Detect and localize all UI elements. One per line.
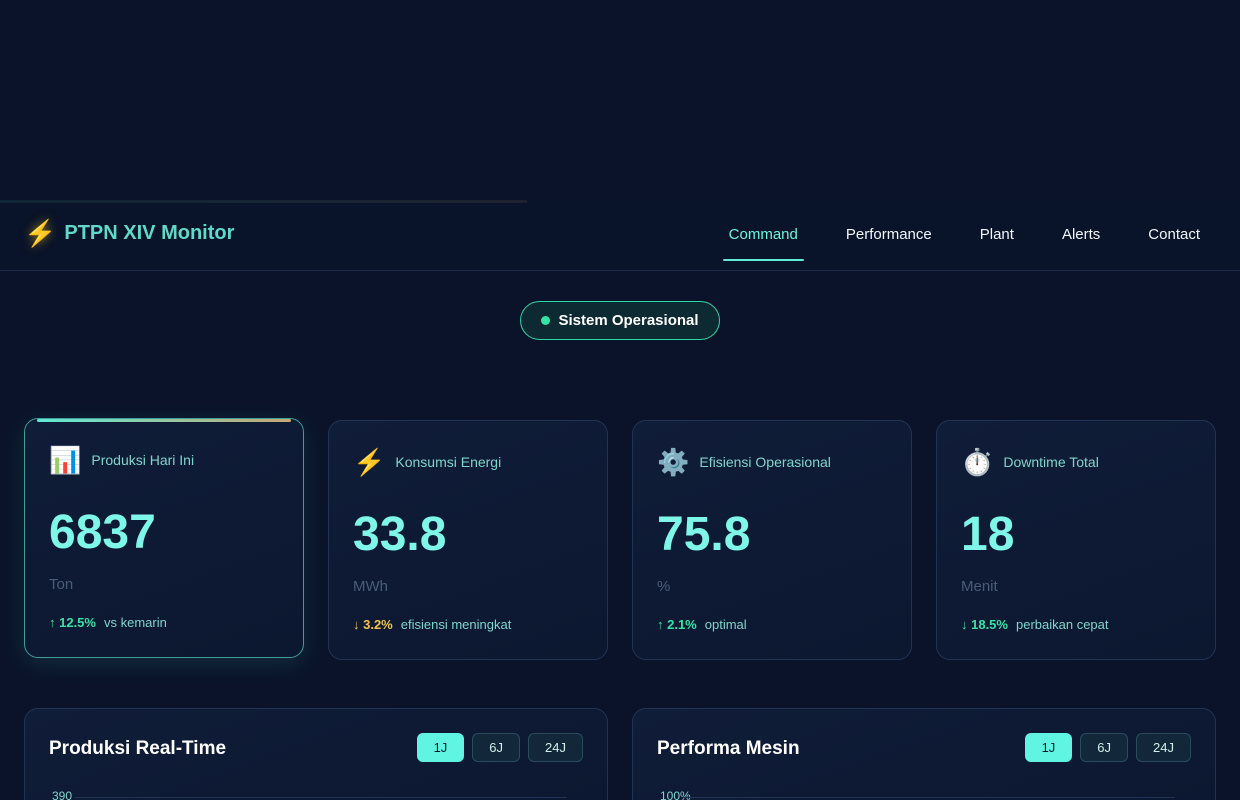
card-unit: Menit (961, 578, 998, 595)
nav-link-contact[interactable]: Contact (1148, 224, 1200, 255)
lightning-icon: ⚡ (353, 447, 386, 477)
range-button-24j[interactable]: 24J (1136, 733, 1191, 762)
panel-title: Produksi Real-Time (49, 738, 227, 759)
bar-chart-icon: 📊 (49, 445, 82, 475)
range-button-1j[interactable]: 1J (416, 733, 465, 762)
card-value: 33.8 (353, 508, 447, 561)
range-selector: 1J 6J 24J (416, 733, 583, 762)
trend-note: perbaikan cepat (1015, 617, 1109, 632)
panel-machine-performance: Performa Mesin 1J 6J 24J 100% (632, 708, 1216, 800)
nav-link-command[interactable]: Command (722, 224, 805, 261)
range-button-6j[interactable]: 6J (1080, 733, 1129, 762)
navbar: ⚡ PTPN XIV Monitor Command Performance P… (0, 200, 1240, 271)
card-header: 📊 Produksi Hari Ini (49, 447, 194, 473)
card-trend: ↑ 2.1% optimal (657, 617, 747, 632)
range-button-1j[interactable]: 1J (1024, 733, 1073, 762)
card-value: 6837 (49, 506, 156, 559)
trend-note: vs kemarin (103, 615, 167, 630)
range-button-6j[interactable]: 6J (472, 733, 521, 762)
range-button-24j[interactable]: 24J (528, 733, 583, 762)
card-header: ⚙️ Efisiensi Operasional (657, 449, 831, 475)
stat-card-downtime[interactable]: ⏱️ Downtime Total 18 Menit ↓ 18.5% perba… (936, 420, 1216, 660)
brand-name: PTPN XIV Monitor (64, 221, 235, 244)
status-badge: Sistem Operasional (520, 301, 720, 340)
range-selector: 1J 6J 24J (1024, 733, 1191, 762)
card-trend: ↓ 18.5% perbaikan cepat (961, 617, 1109, 632)
card-header: ⏱️ Downtime Total (961, 449, 1099, 475)
y-axis-tick-label: 100% (660, 789, 691, 800)
card-trend: ↓ 3.2% efisiensi meningkat (353, 617, 511, 632)
nav-link-plant[interactable]: Plant (980, 224, 1014, 255)
card-trend: ↑ 12.5% vs kemarin (49, 615, 167, 630)
grid-line (683, 797, 1175, 798)
lightning-icon: ⚡ (24, 218, 57, 248)
stat-card-efficiency[interactable]: ⚙️ Efisiensi Operasional 75.8 % ↑ 2.1% o… (632, 420, 912, 660)
y-axis-tick-label: 390 (52, 789, 73, 800)
card-label: Konsumsi Energi (395, 454, 502, 470)
card-value: 18 (961, 508, 1015, 561)
card-label: Downtime Total (1003, 454, 1099, 470)
status-label: Sistem Operasional (558, 312, 699, 329)
stat-card-production[interactable]: 📊 Produksi Hari Ini 6837 Ton ↑ 12.5% vs … (24, 418, 304, 658)
trend-note: efisiensi meningkat (400, 617, 512, 632)
trend-value: ↑ 12.5% (49, 615, 96, 630)
nav-link-alerts[interactable]: Alerts (1062, 224, 1100, 255)
panel-production-realtime: Produksi Real-Time 1J 6J 24J 390 (24, 708, 608, 800)
trend-value: ↓ 3.2% (353, 617, 393, 632)
status-dot-icon (541, 316, 551, 325)
card-unit: % (657, 578, 671, 595)
card-label: Efisiensi Operasional (699, 454, 831, 470)
trend-note: optimal (704, 617, 747, 632)
nav-link-performance[interactable]: Performance (846, 224, 932, 255)
card-label: Produksi Hari Ini (91, 452, 195, 468)
card-header: ⚡ Konsumsi Energi (353, 449, 501, 475)
card-value: 75.8 (657, 508, 751, 561)
stopwatch-icon: ⏱️ (961, 447, 994, 477)
brand[interactable]: ⚡ PTPN XIV Monitor (24, 220, 234, 246)
nav-links: Command Performance Plant Alerts Contact (722, 224, 1200, 261)
top-blank-area (0, 0, 1240, 200)
panel-title: Performa Mesin (657, 738, 800, 759)
card-unit: MWh (353, 578, 388, 595)
trend-value: ↑ 2.1% (657, 617, 697, 632)
stat-card-energy[interactable]: ⚡ Konsumsi Energi 33.8 MWh ↓ 3.2% efisie… (328, 420, 608, 660)
gear-icon: ⚙️ (657, 447, 690, 477)
trend-value: ↓ 18.5% (961, 617, 1008, 632)
card-unit: Ton (49, 576, 74, 593)
grid-line (75, 797, 567, 798)
